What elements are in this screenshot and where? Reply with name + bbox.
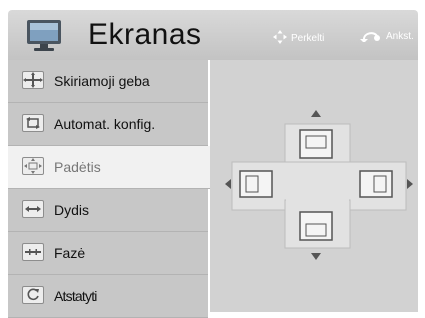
back-hint-label: Ankst. [386, 31, 414, 42]
back-arrow-icon [360, 32, 380, 43]
menu-item-size[interactable]: Dydis [8, 189, 208, 232]
menu-item-label: Dydis [54, 202, 90, 218]
position-icon [22, 157, 44, 175]
menu-item-resolution[interactable]: Skiriamoji geba [8, 60, 208, 103]
size-icon [22, 200, 44, 218]
phase-icon [22, 243, 44, 261]
auto-config-icon [22, 114, 44, 132]
reset-icon [22, 286, 44, 304]
menu-item-label: Skiriamoji geba [54, 73, 150, 89]
settings-menu: Skiriamoji geba Automat. konfig. Padėtis… [8, 60, 218, 318]
menu-item-position[interactable]: Padėtis [8, 146, 218, 189]
menu-item-label: Padėtis [54, 159, 101, 175]
resolution-icon [22, 71, 44, 89]
dpad-icon [273, 30, 287, 44]
move-hint-label: Perkelti [291, 33, 325, 44]
position-control-panel [210, 60, 418, 312]
menu-item-phase[interactable]: Fazė [8, 232, 208, 275]
menu-item-label: Atstatyti [54, 288, 97, 304]
menu-item-label: Automat. konfig. [54, 116, 156, 132]
header-bar: Ekranas Perkelti Ankst. [8, 10, 418, 60]
monitor-icon [27, 20, 61, 51]
page-title: Ekranas [88, 18, 202, 51]
position-cross [225, 110, 413, 260]
back-hint: Ankst. [360, 30, 414, 43]
menu-item-label: Fazė [54, 245, 86, 261]
screen-settings-window: Ekranas Perkelti Ankst. Skiriamoji geba … [0, 0, 425, 318]
move-up-button[interactable] [299, 110, 333, 159]
move-hint: Perkelti [273, 30, 324, 44]
move-down-button[interactable] [299, 211, 333, 260]
menu-item-auto-config[interactable]: Automat. konfig. [8, 103, 208, 146]
